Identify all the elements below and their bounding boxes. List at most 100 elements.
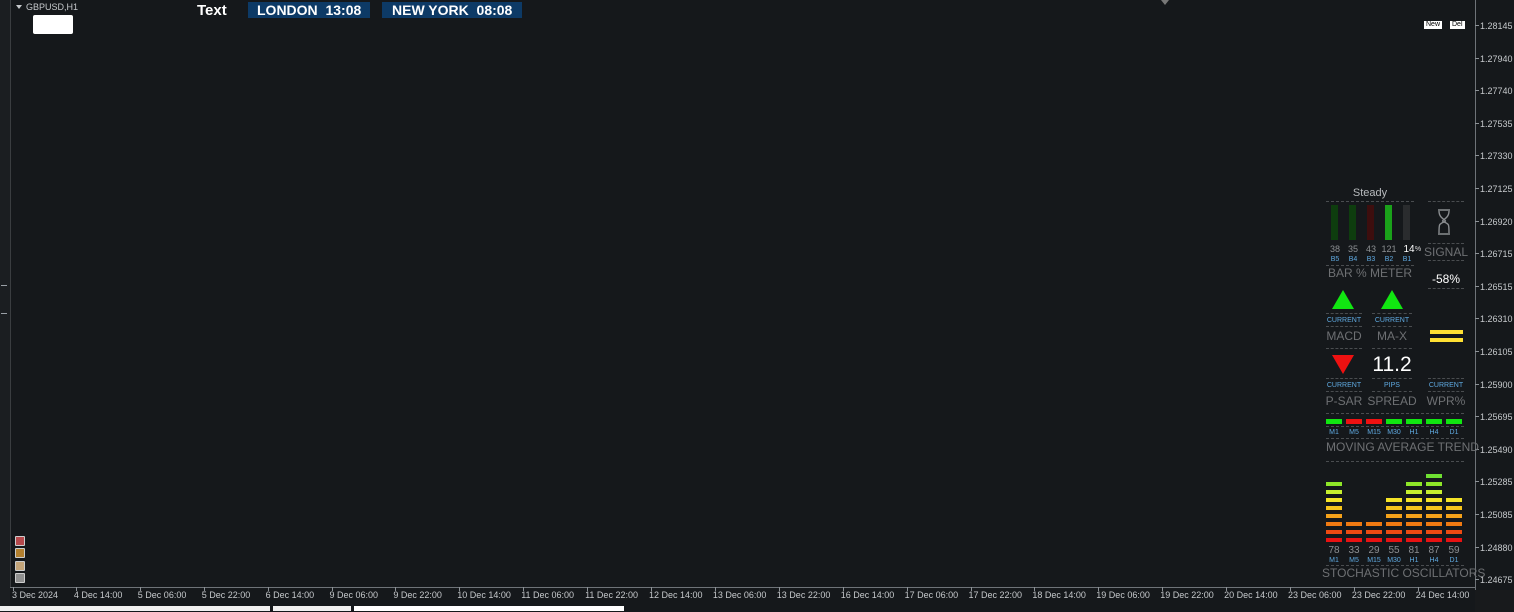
signal-value: -58% bbox=[1431, 272, 1460, 286]
price-tick bbox=[1475, 122, 1479, 124]
price-label: 1.25085 bbox=[1480, 510, 1513, 520]
color-square-icon[interactable] bbox=[15, 573, 25, 583]
ma-trend-cell bbox=[1346, 419, 1362, 424]
chart-shift-marker-icon[interactable] bbox=[1161, 0, 1169, 5]
stochastic-segment bbox=[1326, 482, 1342, 486]
stochastic-segment bbox=[1406, 530, 1422, 534]
divider bbox=[1428, 260, 1464, 261]
price-label: 1.24880 bbox=[1480, 542, 1513, 553]
tab-inactive[interactable] bbox=[0, 606, 270, 611]
divider bbox=[1372, 348, 1412, 349]
bar-meter-label: B1 bbox=[1402, 256, 1412, 263]
price-label: 1.27330 bbox=[1480, 151, 1513, 162]
stochastic-segment bbox=[1426, 474, 1442, 478]
divider bbox=[1326, 461, 1464, 462]
psar-title: P-SAR bbox=[1325, 394, 1363, 408]
stochastic-segment bbox=[1426, 482, 1442, 486]
time-label: 20 Dec 14:00 bbox=[1224, 590, 1278, 600]
state-text: Steady bbox=[1352, 187, 1388, 199]
divider bbox=[1372, 326, 1412, 327]
white-label-box bbox=[33, 15, 73, 34]
symbol-label[interactable]: GBPUSD,H1 bbox=[16, 2, 78, 12]
ma-trend-title: MOVING AVERAGE TREND bbox=[1326, 440, 1479, 454]
time-label: 5 Dec 06:00 bbox=[137, 590, 187, 600]
divider bbox=[1326, 413, 1464, 414]
newyork-clock: NEW YORK 08:08 bbox=[382, 2, 523, 18]
tab-inactive[interactable] bbox=[273, 606, 351, 611]
bar-meter-value: 43 bbox=[1365, 244, 1376, 254]
stochastic-segment bbox=[1446, 530, 1462, 534]
price-label: 1.26105 bbox=[1480, 347, 1513, 357]
time-label: 23 Dec 22:00 bbox=[1351, 590, 1406, 600]
spread-title: SPREAD bbox=[1367, 394, 1417, 408]
stochastic-timeframe: M30 bbox=[1387, 557, 1401, 564]
stochastic-segment bbox=[1386, 514, 1402, 518]
stochastic-segment bbox=[1346, 522, 1362, 526]
divider bbox=[1326, 391, 1362, 392]
time-label: 19 Dec 06:00 bbox=[1096, 590, 1150, 600]
bar-meter-label: B3 bbox=[1366, 256, 1376, 263]
price-tick bbox=[1475, 416, 1479, 418]
price-tick bbox=[1475, 383, 1479, 385]
psar-current-label: CURRENT bbox=[1326, 382, 1362, 389]
chart-area[interactable] bbox=[10, 0, 1475, 587]
stochastic-segment bbox=[1366, 530, 1382, 534]
del-button[interactable]: Del bbox=[1450, 21, 1465, 29]
stochastic-segment bbox=[1326, 522, 1342, 526]
stochastic-segment bbox=[1326, 498, 1342, 502]
color-square-icon[interactable] bbox=[15, 536, 25, 546]
price-tick bbox=[1475, 90, 1479, 92]
stochastic-value: 29 bbox=[1368, 545, 1380, 556]
time-label: 6 Dec 14:00 bbox=[265, 590, 315, 600]
price-tick bbox=[1475, 546, 1479, 548]
price-tick bbox=[1475, 57, 1479, 59]
divider bbox=[1326, 326, 1362, 327]
price-label: 1.25695 bbox=[1480, 412, 1513, 423]
stochastic-segment bbox=[1386, 498, 1402, 502]
stochastic-segment bbox=[1326, 506, 1342, 510]
divider bbox=[1372, 391, 1412, 392]
time-label: 9 Dec 22:00 bbox=[393, 590, 442, 600]
stochastic-segment bbox=[1326, 514, 1342, 518]
stochastic-segment bbox=[1386, 506, 1402, 510]
price-tick bbox=[1475, 25, 1479, 26]
color-square-icon[interactable] bbox=[15, 548, 25, 558]
color-square-icon[interactable] bbox=[15, 561, 25, 571]
price-label: 1.26515 bbox=[1480, 281, 1513, 292]
price-tick bbox=[1475, 253, 1479, 255]
spread-pips-label: PIPS bbox=[1384, 382, 1400, 389]
price-tick bbox=[1475, 188, 1479, 189]
divider bbox=[1428, 378, 1464, 379]
divider bbox=[1428, 201, 1464, 202]
stochastic-segment bbox=[1386, 530, 1402, 534]
time-label: 3 Dec 2024 bbox=[12, 590, 59, 600]
price-label: 1.26715 bbox=[1480, 249, 1513, 260]
tab-active[interactable] bbox=[354, 606, 624, 611]
time-label: 17 Dec 06:00 bbox=[904, 590, 959, 600]
max-current-label: CURRENT bbox=[1374, 317, 1410, 324]
time-label: 11 Dec 22:00 bbox=[585, 590, 638, 600]
bar-meter-bar bbox=[1349, 205, 1356, 240]
stochastic-value: 87 bbox=[1428, 545, 1440, 556]
stochastic-segment bbox=[1426, 530, 1442, 534]
psar-down-arrow-icon bbox=[1332, 355, 1354, 374]
signal-title: SIGNAL bbox=[1424, 245, 1469, 259]
london-clock: LONDON 13:08 bbox=[248, 2, 371, 18]
time-label: 16 Dec 14:00 bbox=[840, 590, 895, 600]
divider bbox=[1372, 378, 1412, 379]
price-tick bbox=[1475, 481, 1479, 483]
price-label: 1.27940 bbox=[1480, 53, 1513, 64]
stochastic-segment bbox=[1446, 498, 1462, 502]
bar-meter-bar bbox=[1385, 205, 1392, 240]
chevron-down-icon[interactable] bbox=[16, 5, 22, 9]
stochastic-segment bbox=[1406, 538, 1422, 542]
stochastic-segment bbox=[1386, 522, 1402, 526]
divider bbox=[1428, 243, 1464, 244]
stochastic-segment bbox=[1366, 522, 1382, 526]
divider bbox=[1326, 201, 1414, 202]
stochastic-segment bbox=[1326, 530, 1342, 534]
new-button[interactable]: New bbox=[1424, 21, 1443, 29]
price-label: 1.25285 bbox=[1480, 477, 1513, 488]
ma-trend-cell bbox=[1446, 419, 1462, 424]
clock-city: LONDON bbox=[257, 2, 318, 18]
